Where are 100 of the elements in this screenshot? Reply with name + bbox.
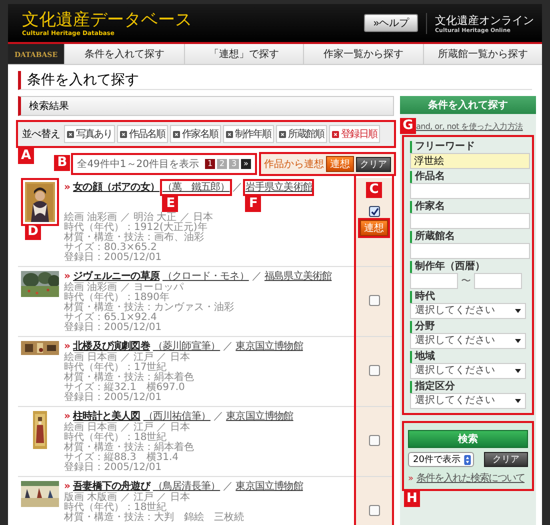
arrow-marker: »	[408, 474, 414, 484]
arrow-marker: »	[64, 340, 70, 352]
artwork-title-link[interactable]: 北楼及び演劇図巻	[73, 340, 150, 353]
sort-button[interactable]: 登録日順	[329, 125, 380, 143]
museum-link[interactable]: 東京国立博物館	[236, 481, 303, 492]
arrow-marker: »	[64, 270, 70, 282]
sort-button[interactable]: 制作年順	[223, 125, 274, 143]
clear-button[interactable]: クリア	[484, 452, 528, 467]
callout-label: C	[366, 182, 382, 198]
help-link[interactable]: 条件を入れた検索について	[416, 471, 525, 485]
sort-button[interactable]: 写真あり	[64, 125, 115, 143]
callout-label: A	[18, 148, 34, 164]
artwork-detail: サイズ：縦88.3 横31.4	[64, 453, 180, 463]
page-title: 条件を入れて探す	[18, 71, 532, 90]
clear-button[interactable]: クリア	[356, 156, 391, 172]
arrow-marker: »	[64, 480, 70, 492]
select-dropdown[interactable]: 選択してください	[410, 333, 526, 349]
next-page-button[interactable]: »	[241, 159, 251, 169]
artwork-detail: サイズ：縦32.1 横697.0	[64, 383, 186, 393]
separator: ／	[223, 480, 233, 493]
sort-button[interactable]: 作家名順	[170, 125, 221, 143]
nav-tab[interactable]: 所蔵館一覧から探す	[422, 44, 542, 64]
x-square-icon	[279, 130, 286, 138]
artwork-title-link[interactable]: 柱時計と美人図	[73, 410, 140, 423]
artwork-detail: 材質・構造・技法：カンヴァス・油彩	[64, 303, 235, 313]
artwork-detail: 絵画 日本画 ／ 江戸 ／ 日本	[64, 353, 191, 363]
museum-link[interactable]: 東京国立博物館	[236, 341, 303, 352]
separator: ／	[223, 340, 233, 353]
artwork-detail: 登録日：2005/12/01	[64, 463, 163, 473]
callout-label: E	[162, 196, 178, 212]
nav-tab[interactable]: 条件を入れて探す	[64, 44, 184, 64]
select-checkbox[interactable]	[368, 435, 380, 446]
artwork-detail: 絵画 油彩画 ／ 明治 大正 ／ 日本	[64, 213, 214, 223]
museum-link[interactable]: 福島県立美術館	[264, 271, 332, 282]
artwork-title-link[interactable]: 吾妻橋下の舟遊び	[73, 480, 150, 493]
artwork-detail: 登録日：2005/12/01	[64, 393, 163, 403]
x-square-icon	[120, 130, 127, 138]
select-dropdown[interactable]: 選択してください	[410, 303, 526, 319]
artwork-detail: 材質・構造・技法：絹本着色	[64, 373, 195, 383]
callout-label: B	[54, 155, 70, 171]
artwork-detail: 登録日：2005/12/01	[64, 253, 163, 263]
input-field[interactable]: 浮世絵	[410, 153, 530, 169]
nav-tab[interactable]: 「連想」で探す	[184, 44, 303, 64]
caret-icon	[515, 309, 521, 313]
artwork-detail: 絵画 油彩画 ／ ヨーロッパ	[64, 283, 185, 293]
sort-button[interactable]: 所蔵館順	[276, 125, 327, 143]
artist-link[interactable]: （菱川師宣筆）	[152, 341, 220, 352]
arrow-marker: »	[64, 410, 70, 422]
callout-label: F	[245, 196, 262, 212]
separator: ／	[213, 410, 224, 423]
nav-tab[interactable]: 作家一覧から探す	[303, 44, 422, 64]
related-label: 作品から連想	[264, 158, 324, 171]
select-dropdown[interactable]: 選択してください	[410, 363, 526, 379]
help-button[interactable]: »ヘルプ	[364, 14, 418, 32]
museum-link[interactable]: 岩手県立美術館	[245, 182, 312, 193]
artist-link[interactable]: （萬 鐵五郎）	[162, 182, 230, 193]
artwork-detail: 絵画 日本画 ／ 江戸 ／ 日本	[64, 423, 191, 433]
artwork-detail: サイズ：65.1×92.4	[64, 313, 157, 323]
artwork-title-link[interactable]: ジヴェルニーの草原	[73, 270, 160, 283]
per-page-select[interactable]: 20件で表示	[408, 452, 474, 467]
artwork-detail: 登録日：2005/12/01	[64, 323, 163, 333]
select-dropdown[interactable]: 選択してください	[410, 393, 526, 409]
artwork-detail: 時代（年代）：18世紀	[64, 433, 167, 443]
artwork-detail: 材質・構造・技法：絹本着色	[64, 443, 195, 453]
artwork-detail: 材質・構造・技法：画布、油彩	[64, 233, 205, 243]
artwork-detail: 時代（年代）：1912(大正元)年	[64, 223, 208, 233]
x-square-icon	[226, 130, 233, 138]
artist-link[interactable]: （西川祐信筆）	[143, 411, 210, 422]
caret-icon	[515, 339, 521, 343]
input-field[interactable]	[410, 243, 530, 259]
page-link[interactable]: 1	[205, 159, 215, 169]
site-name[interactable]: 文化遺産オンライン	[435, 12, 534, 28]
input-field[interactable]	[410, 213, 530, 229]
stepper-icon	[464, 454, 472, 464]
arrow-marker: »	[64, 181, 70, 194]
artwork-detail: 時代（年代）：17世紀	[64, 363, 167, 373]
select-checkbox[interactable]	[368, 206, 380, 217]
input-field[interactable]	[474, 273, 522, 289]
sort-button[interactable]: 作品名順	[117, 125, 168, 143]
range-separator: 〜	[461, 275, 471, 288]
artist-link[interactable]: （クロード・モネ）	[162, 271, 249, 282]
select-checkbox[interactable]	[368, 505, 380, 516]
result-count: 全49件中1～20件目を表示	[77, 158, 199, 171]
artwork-detail: 時代（年代）：1890年	[64, 293, 170, 303]
callout-label: G	[400, 118, 416, 134]
help-link[interactable]: and, or, not を使った入力方法	[416, 121, 523, 132]
museum-link[interactable]: 東京国立博物館	[226, 411, 294, 422]
artwork-title-link[interactable]: 女の顔（ボアの女）	[73, 181, 160, 194]
input-field[interactable]	[410, 273, 458, 289]
input-field[interactable]	[410, 183, 530, 199]
x-square-icon	[67, 130, 74, 138]
callout-label: H	[404, 491, 420, 507]
separator: ／	[232, 181, 242, 194]
select-checkbox[interactable]	[368, 365, 380, 376]
artwork-detail: 時代（年代）：18世紀	[64, 503, 167, 513]
select-checkbox[interactable]	[368, 295, 380, 306]
caret-icon	[515, 369, 521, 373]
artist-link[interactable]: （鳥居清長筆）	[152, 481, 220, 492]
sort-label: 並べ替え	[22, 128, 60, 141]
site-logo[interactable]: 文化遺産データベース	[22, 10, 364, 30]
